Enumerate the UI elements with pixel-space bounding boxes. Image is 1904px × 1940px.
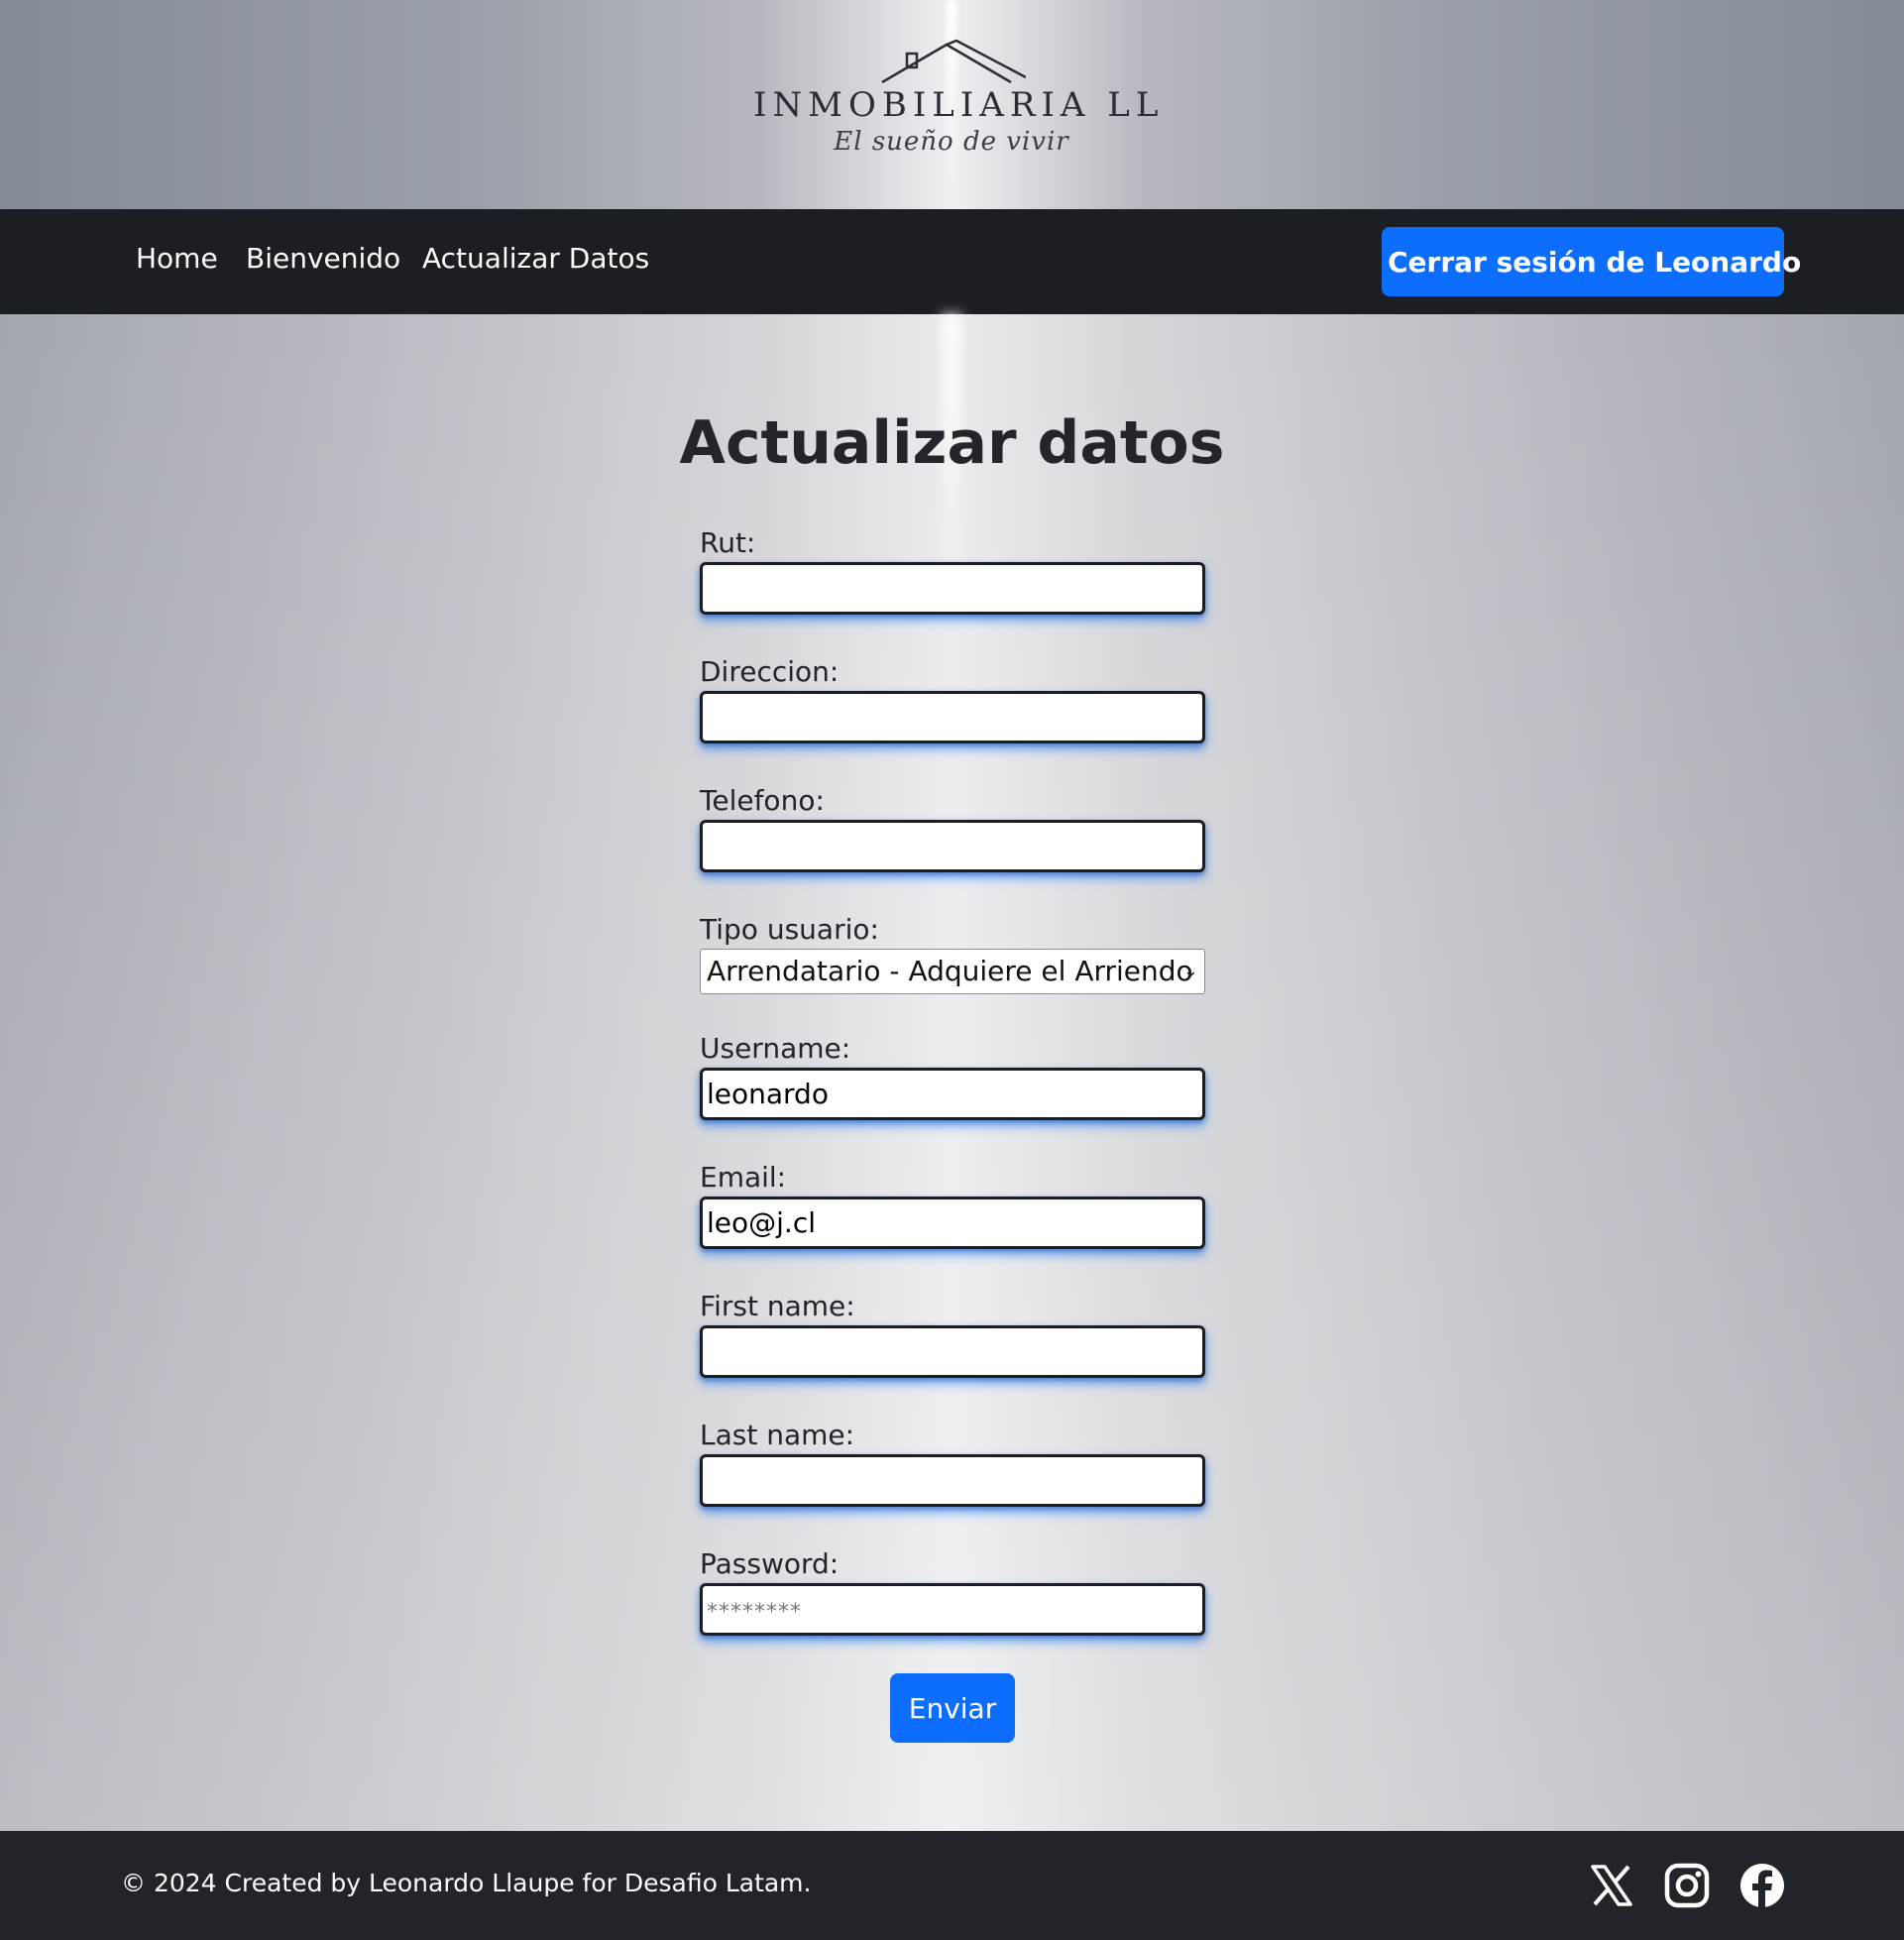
- rut-label: Rut:: [700, 526, 756, 559]
- chevron-down-icon: ⌄: [1182, 961, 1198, 981]
- tipo-usuario-selected-value: Arrendatario - Adquiere el Arriendo: [707, 955, 1193, 987]
- direccion-input[interactable]: [700, 691, 1205, 743]
- nav-link-actualizar-datos[interactable]: Actualizar Datos: [422, 242, 649, 275]
- house-roof-icon: [881, 39, 1026, 83]
- brand-logo[interactable]: INMOBILIARIA LL El sueño de vivir: [753, 38, 1165, 176]
- page-title: Actualizar datos: [679, 408, 1225, 478]
- brand-tagline: El sueño de vivir: [834, 127, 1069, 157]
- tipo-usuario-field-group: Tipo usuario: Arrendatario - Adquiere el…: [700, 911, 1205, 994]
- footer-copyright: © 2024 Created by Leonardo Llaupe for De…: [121, 1869, 812, 1897]
- tipo-usuario-select[interactable]: Arrendatario - Adquiere el Arriendo ⌄: [700, 949, 1205, 994]
- password-field-group: Password:: [700, 1545, 1205, 1636]
- rut-input[interactable]: [700, 562, 1205, 615]
- main-navbar: Home Bienvenido Actualizar Datos Cerrar …: [0, 209, 1904, 314]
- password-input[interactable]: [700, 1583, 1205, 1636]
- username-label: Username:: [700, 1032, 851, 1065]
- submit-button[interactable]: Enviar: [890, 1673, 1015, 1743]
- logout-button[interactable]: Cerrar sesión de Leonardo: [1382, 227, 1801, 296]
- x-icon[interactable]: [1589, 1863, 1634, 1908]
- rut-field-group: Rut:: [700, 524, 1205, 615]
- direccion-label: Direccion:: [700, 655, 840, 688]
- first-name-label: First name:: [700, 1290, 855, 1322]
- last-name-field-group: Last name:: [700, 1417, 1205, 1507]
- instagram-icon[interactable]: [1664, 1863, 1710, 1908]
- tipo-usuario-label: Tipo usuario:: [700, 913, 879, 946]
- email-input[interactable]: [700, 1197, 1205, 1249]
- facebook-icon[interactable]: [1739, 1863, 1785, 1908]
- telefono-field-group: Telefono:: [700, 782, 1205, 872]
- username-field-group: Username:: [700, 1030, 1205, 1120]
- site-header: INMOBILIARIA LL El sueño de vivir: [0, 0, 1904, 209]
- password-label: Password:: [700, 1547, 840, 1580]
- last-name-label: Last name:: [700, 1419, 855, 1451]
- direccion-field-group: Direccion:: [700, 653, 1205, 743]
- last-name-input[interactable]: [700, 1454, 1205, 1507]
- brand-name: INMOBILIARIA LL: [753, 85, 1165, 125]
- first-name-input[interactable]: [700, 1325, 1205, 1378]
- main-content: Actualizar datos Rut: Direccion: Telefon…: [0, 314, 1904, 1831]
- nav-link-home[interactable]: Home: [136, 242, 218, 275]
- telefono-label: Telefono:: [700, 784, 825, 817]
- nav-link-bienvenido[interactable]: Bienvenido: [246, 242, 400, 275]
- username-input[interactable]: [700, 1068, 1205, 1120]
- email-field-group: Email:: [700, 1159, 1205, 1249]
- first-name-field-group: First name:: [700, 1288, 1205, 1378]
- telefono-input[interactable]: [700, 820, 1205, 872]
- site-footer: © 2024 Created by Leonardo Llaupe for De…: [0, 1831, 1904, 1940]
- email-label: Email:: [700, 1161, 787, 1194]
